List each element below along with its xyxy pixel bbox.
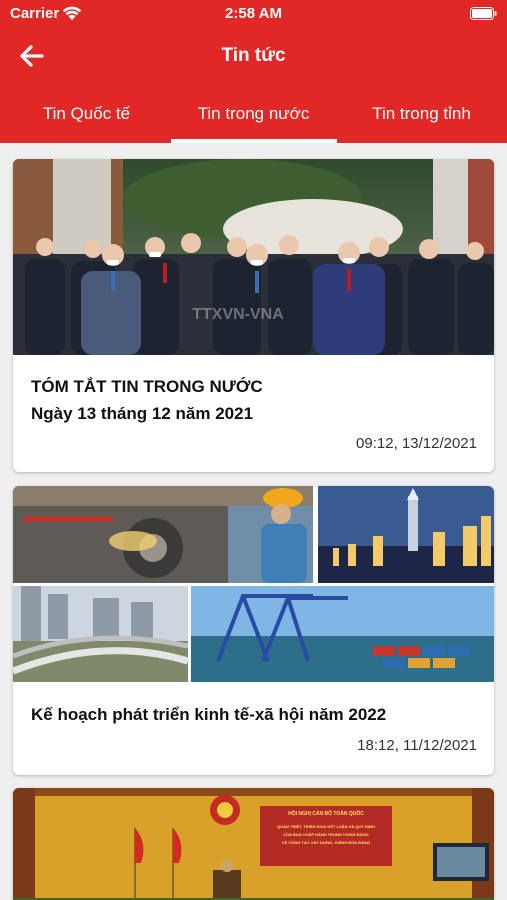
battery-icon <box>470 7 497 20</box>
article-timestamp: 09:12, 13/12/2021 <box>356 435 477 452</box>
status-time: 2:58 AM <box>225 5 282 22</box>
page-title: Tin tức <box>221 45 286 66</box>
news-image-economy-collage <box>13 486 494 682</box>
article-title: Kế hoạch phát triển kinh tế-xã hội năm 2… <box>31 705 387 724</box>
tab-bar: Tin Quốc tế Tin trong nước Tin trong tỉn… <box>0 92 507 143</box>
news-card[interactable]: HỘI NGHỊ CÁN BỘ TOÀN QUỐC QUÁN TRIỆT, TR… <box>13 788 494 900</box>
tab-domestic-news[interactable]: Tin trong nước <box>169 104 338 124</box>
tab-international-news[interactable]: Tin Quốc tế <box>2 104 171 124</box>
banner-text-line-1: HỘI NGHỊ CÁN BỘ TOÀN QUỐC <box>288 809 364 817</box>
image-watermark: TTXVN-VNA <box>192 306 284 323</box>
banner-text-line-4: VỀ CÔNG TÁC XÂY DỰNG, CHỈNH ĐỐN ĐẢNG <box>282 840 370 845</box>
status-bar: Carrier 2:58 AM <box>0 0 507 28</box>
article-title-line-1: TÓM TẮT TIN TRONG NƯỚC <box>31 377 263 396</box>
tab-provincial-news[interactable]: Tin trong tỉnh <box>337 104 506 124</box>
banner-text-line-3: CỦA BAN CHẤP HÀNH TRUNG ƯƠNG ĐẢNG <box>283 832 368 837</box>
news-image-leaders-group: TTXVN-VNA <box>13 159 494 355</box>
banner-text-line-2: QUÁN TRIỆT, TRIỂN KHAI KẾT LUẬN VÀ QUY Đ… <box>277 824 375 829</box>
article-title: TÓM TẮT TIN TRONG NƯỚC Ngày 13 tháng 12 … <box>31 373 476 427</box>
article-timestamp: 18:12, 11/12/2021 <box>357 737 477 754</box>
app-header: Carrier 2:58 AM Tin tức Tin Quốc tế Tin … <box>0 0 507 143</box>
news-image-party-conference: HỘI NGHỊ CÁN BỘ TOÀN QUỐC QUÁN TRIỆT, TR… <box>13 788 494 900</box>
news-card[interactable]: TTXVN-VNA TÓM TẮT TIN TRONG NƯỚC Ngày 13… <box>13 159 494 472</box>
article-title-line-2: Ngày 13 tháng 12 năm 2021 <box>31 404 254 423</box>
news-feed[interactable]: TTXVN-VNA TÓM TẮT TIN TRONG NƯỚC Ngày 13… <box>0 143 507 900</box>
news-card[interactable]: Kế hoạch phát triển kinh tế-xã hội năm 2… <box>13 486 494 775</box>
